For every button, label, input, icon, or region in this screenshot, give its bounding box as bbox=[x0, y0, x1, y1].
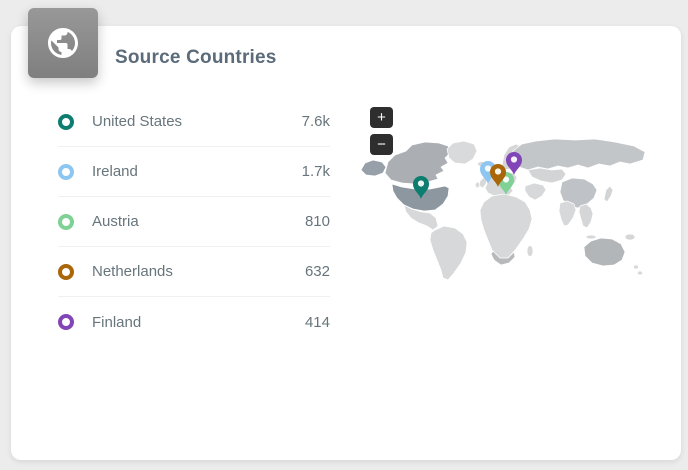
map-country-india bbox=[559, 201, 576, 226]
map-zoom-in-button[interactable]: + bbox=[370, 107, 393, 128]
map-region-central-asia bbox=[528, 168, 566, 183]
country-value: 810 bbox=[305, 213, 330, 230]
country-marker-dot bbox=[58, 314, 74, 330]
table-row: Ireland 1.7k bbox=[58, 147, 330, 197]
country-marker-dot bbox=[58, 214, 74, 230]
pin-hole bbox=[511, 156, 517, 162]
map-continent-south-america bbox=[430, 226, 467, 280]
country-marker-dot bbox=[58, 114, 74, 130]
table-row: United States 7.6k bbox=[58, 97, 330, 147]
country-marker-dot bbox=[58, 264, 74, 280]
card-header-icon-tile bbox=[28, 8, 98, 78]
map-island-new-guinea bbox=[625, 234, 635, 240]
world-map: + − bbox=[360, 126, 670, 296]
globe-icon bbox=[45, 25, 81, 61]
page-title: Source Countries bbox=[115, 47, 277, 69]
map-country-greenland bbox=[447, 141, 477, 164]
table-row: Austria 810 bbox=[58, 197, 330, 247]
map-country-russia bbox=[510, 139, 645, 170]
country-value: 414 bbox=[305, 314, 330, 331]
table-row: Finland 414 bbox=[58, 297, 330, 347]
table-row: Netherlands 632 bbox=[58, 247, 330, 297]
country-name: Austria bbox=[92, 213, 139, 230]
map-islands-indonesia bbox=[586, 235, 596, 239]
map-region-southeast-asia bbox=[579, 204, 593, 228]
pin-hole bbox=[495, 168, 501, 174]
map-country-alaska bbox=[361, 160, 386, 176]
country-name: Netherlands bbox=[92, 263, 173, 280]
country-value: 632 bbox=[305, 263, 330, 280]
pin-hole bbox=[418, 180, 424, 186]
country-name: Finland bbox=[92, 314, 141, 331]
world-map-svg bbox=[360, 138, 650, 283]
map-country-australia bbox=[584, 238, 625, 266]
country-name: Ireland bbox=[92, 163, 138, 180]
map-island-new-zealand bbox=[638, 271, 643, 275]
source-countries-card: Source Countries United States 7.6k Irel… bbox=[11, 26, 681, 460]
map-continent-africa bbox=[480, 194, 532, 261]
country-list: United States 7.6k Ireland 1.7k Austria … bbox=[58, 97, 330, 347]
map-country-madagascar bbox=[527, 246, 533, 257]
country-value: 1.7k bbox=[302, 163, 330, 180]
map-country-japan bbox=[604, 186, 613, 202]
map-region-middle-east bbox=[525, 183, 546, 200]
country-value: 7.6k bbox=[302, 113, 330, 130]
map-pin-finland[interactable] bbox=[506, 152, 522, 175]
map-island-new-zealand bbox=[634, 265, 639, 269]
country-name: United States bbox=[92, 113, 182, 130]
country-marker-dot bbox=[58, 164, 74, 180]
map-country-ireland bbox=[475, 182, 480, 189]
map-continents bbox=[361, 139, 645, 280]
